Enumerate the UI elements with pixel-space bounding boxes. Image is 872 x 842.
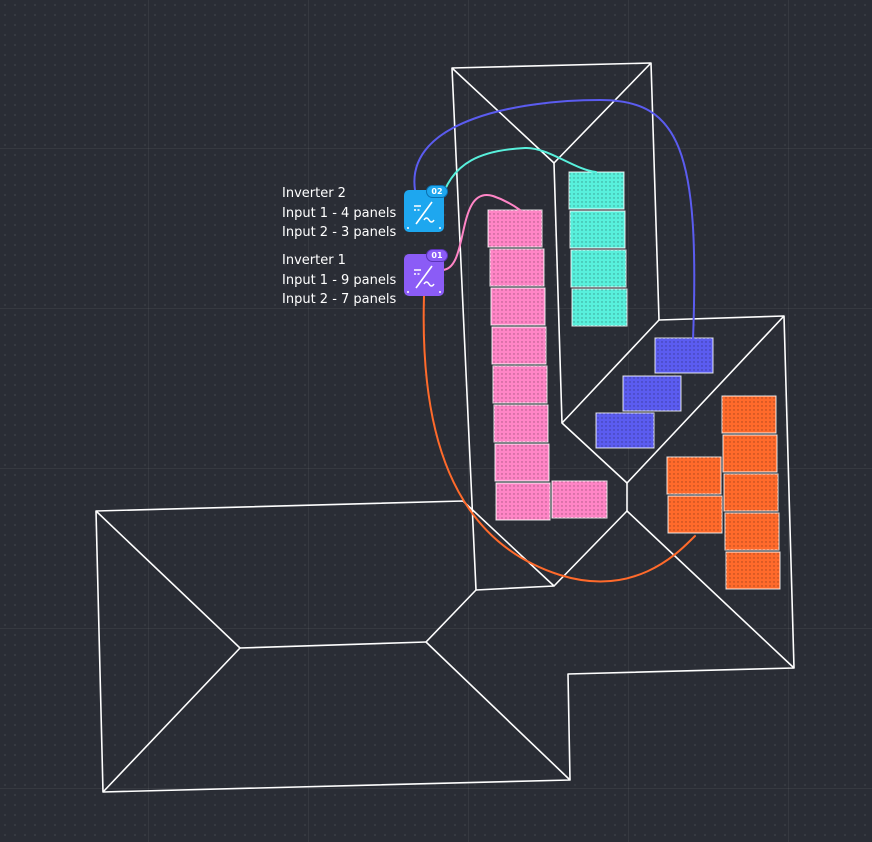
- inverter1-label-block: Inverter 1 Input 1 - 9 panels Input 2 - …: [282, 251, 396, 310]
- solar-panel-inverter1-input1-9[interactable]: [551, 480, 608, 519]
- solar-panel-inverter1-input1-2[interactable]: [489, 248, 545, 287]
- inverter1-icon[interactable]: 01: [404, 249, 448, 296]
- roof-hip-center-top: [425, 589, 477, 643]
- roof-plan-drawing: [95, 62, 795, 793]
- roof-hip-center-bottom: [425, 641, 571, 781]
- solar-panel-inverter1-input2-6[interactable]: [666, 456, 722, 495]
- roof-hip-left-top: [95, 510, 241, 649]
- inverter1-badge: 01: [426, 249, 448, 262]
- solar-panel-inverter1-input2-4[interactable]: [724, 512, 780, 551]
- inverter2-label-block: Inverter 2 Input 1 - 4 panels Input 2 - …: [282, 184, 396, 243]
- cable-inverter2-input2: [413, 98, 696, 341]
- inverter2-badge: 02: [426, 185, 448, 198]
- roof-ridge-left: [239, 641, 427, 649]
- roof-ridge-vertical: [553, 162, 563, 424]
- solar-panel-inverter2-input1-4[interactable]: [571, 288, 628, 327]
- solar-panel-inverter1-input2-3[interactable]: [723, 473, 779, 512]
- solar-panel-inverter1-input1-4[interactable]: [491, 326, 547, 365]
- roof-hip-left-bottom: [102, 647, 241, 793]
- solar-panel-inverter1-input1-8[interactable]: [495, 482, 551, 521]
- solar-panel-inverter1-input1-7[interactable]: [494, 443, 550, 482]
- solar-panel-inverter2-input1-3[interactable]: [570, 249, 627, 288]
- inverter1-input2-label: Input 2 - 7 panels: [282, 292, 397, 307]
- solar-panel-inverter1-input2-2[interactable]: [722, 434, 778, 473]
- solar-panel-inverter2-input2-1[interactable]: [654, 337, 714, 374]
- inverter2-icon[interactable]: 02: [404, 185, 448, 232]
- inverter1-input1-label: Input 1 - 9 panels: [282, 272, 397, 288]
- solar-panel-inverter1-input2-7[interactable]: [667, 495, 723, 534]
- solar-panel-inverter2-input2-3[interactable]: [595, 412, 655, 449]
- solar-panel-inverter1-input1-3[interactable]: [490, 287, 546, 326]
- solar-panel-inverter1-input1-1[interactable]: [487, 209, 543, 248]
- inverter2-input1-label: Input 1 - 4 panels: [282, 205, 397, 221]
- solar-panel-inverter1-input1-6[interactable]: [493, 404, 549, 443]
- solar-panel-inverter1-input2-1[interactable]: [721, 395, 777, 434]
- solar-panel-inverter1-input1-5[interactable]: [492, 365, 548, 404]
- roof-outline-perimeter: [95, 62, 795, 793]
- solar-panel-inverter2-input2-2[interactable]: [622, 375, 682, 412]
- solar-panel-inverter2-input1-1[interactable]: [568, 171, 625, 210]
- roof-hip-north: [451, 62, 652, 164]
- inverter2-input2-label: Input 2 - 3 panels: [282, 225, 397, 240]
- solar-panel-inverter2-input1-2[interactable]: [569, 210, 626, 249]
- inverter2-title: Inverter 2: [282, 186, 346, 201]
- roof-plan-canvas: Inverter 2 Input 1 - 4 panels Input 2 - …: [0, 0, 872, 842]
- inverter1-title: Inverter 1: [282, 253, 346, 268]
- solar-panel-inverter1-input2-5[interactable]: [725, 551, 781, 590]
